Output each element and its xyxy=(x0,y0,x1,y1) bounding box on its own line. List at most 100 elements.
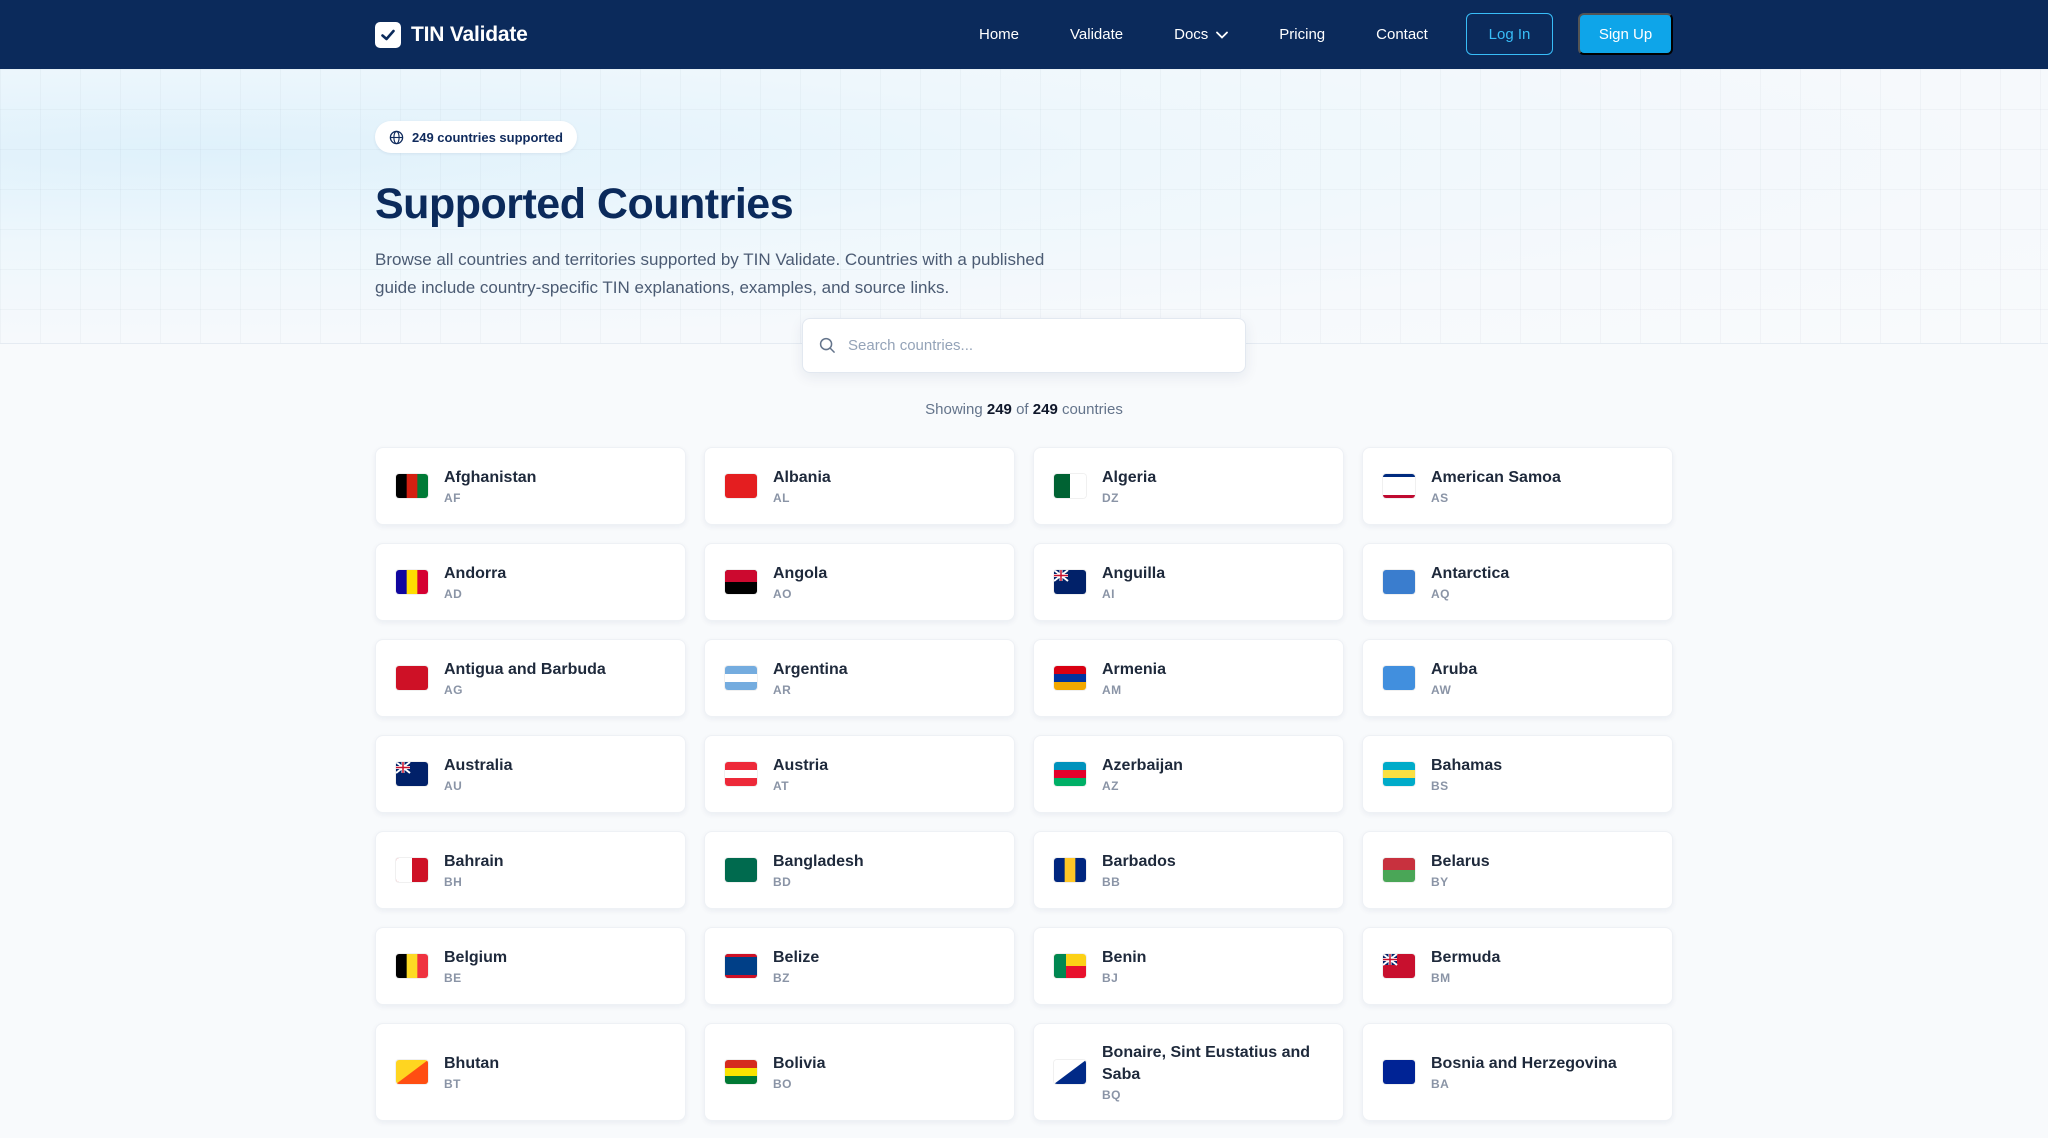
country-code: BT xyxy=(444,1077,461,1091)
country-card[interactable]: Algeria DZ xyxy=(1033,447,1344,525)
country-name: Bahrain xyxy=(444,853,504,870)
country-text: Aruba AW xyxy=(1431,659,1477,697)
country-card[interactable]: Belgium BE xyxy=(375,927,686,1005)
country-card[interactable]: Antarctica AQ xyxy=(1362,543,1673,621)
country-name: Australia xyxy=(444,757,513,774)
country-card[interactable]: Albania AL xyxy=(704,447,1015,525)
country-flag-icon xyxy=(1054,666,1086,690)
country-card[interactable]: Bangladesh BD xyxy=(704,831,1015,909)
country-card[interactable]: Bermuda BM xyxy=(1362,927,1673,1005)
country-text: Bhutan BT xyxy=(444,1053,499,1091)
country-text: Angola AO xyxy=(773,563,827,601)
summary-suffix: countries xyxy=(1061,401,1123,418)
country-code: AI xyxy=(1102,587,1115,601)
country-flag-icon xyxy=(1383,858,1415,882)
country-card[interactable]: Andorra AD xyxy=(375,543,686,621)
country-card[interactable]: Austria AT xyxy=(704,735,1015,813)
country-card[interactable]: Bolivia BO xyxy=(704,1023,1015,1121)
country-text: Antarctica AQ xyxy=(1431,563,1509,601)
country-name: Bahamas xyxy=(1431,757,1503,774)
country-text: Benin BJ xyxy=(1102,947,1146,985)
country-card[interactable]: Argentina AR xyxy=(704,639,1015,717)
country-name: Andorra xyxy=(444,565,507,582)
country-flag-icon xyxy=(1054,570,1086,594)
country-name: Armenia xyxy=(1102,661,1167,678)
country-code: BJ xyxy=(1102,971,1119,985)
country-card[interactable]: Angola AO xyxy=(704,543,1015,621)
country-flag-icon xyxy=(725,570,757,594)
country-card[interactable]: American Samoa AS xyxy=(1362,447,1673,525)
country-flag-icon xyxy=(1054,1060,1086,1084)
country-card[interactable]: Antigua and Barbuda AG xyxy=(375,639,686,717)
globe-icon xyxy=(389,130,404,144)
country-name: Argentina xyxy=(773,661,848,678)
country-card[interactable]: Afghanistan AF xyxy=(375,447,686,525)
nav-link-validate[interactable]: Validate xyxy=(1070,26,1123,43)
country-card[interactable]: Bahrain BH xyxy=(375,831,686,909)
country-flag-icon xyxy=(725,666,757,690)
country-code: AZ xyxy=(1102,779,1119,793)
country-code: AW xyxy=(1431,683,1452,697)
country-name: Aruba xyxy=(1431,661,1478,678)
search-input[interactable] xyxy=(848,337,1228,354)
country-code: AQ xyxy=(1431,587,1450,601)
nav-link-docs-label: Docs xyxy=(1174,26,1209,43)
country-name: Antarctica xyxy=(1431,565,1510,582)
country-card[interactable]: Armenia AM xyxy=(1033,639,1344,717)
country-card[interactable]: Azerbaijan AZ xyxy=(1033,735,1344,813)
country-text: Bosnia and Herzegovina BA xyxy=(1431,1053,1617,1091)
country-card[interactable]: Aruba AW xyxy=(1362,639,1673,717)
country-card[interactable]: Bhutan BT xyxy=(375,1023,686,1121)
country-code: BH xyxy=(444,875,463,889)
country-name: Anguilla xyxy=(1102,565,1166,582)
country-name: Belarus xyxy=(1431,853,1490,870)
search-box[interactable] xyxy=(802,318,1246,373)
country-flag-icon xyxy=(396,666,428,690)
country-name: Algeria xyxy=(1102,469,1157,486)
country-text: Algeria DZ xyxy=(1102,467,1156,505)
country-name: Azerbaijan xyxy=(1102,757,1183,774)
country-code: AS xyxy=(1431,491,1449,505)
country-grid: Afghanistan AF Albania AL Algeria DZ American … xyxy=(375,447,1673,1121)
country-card[interactable]: Anguilla AI xyxy=(1033,543,1344,621)
country-name: Bangladesh xyxy=(773,853,864,870)
country-text: Belize BZ xyxy=(773,947,819,985)
country-card[interactable]: Belize BZ xyxy=(704,927,1015,1005)
country-card[interactable]: Belarus BY xyxy=(1362,831,1673,909)
country-text: Albania AL xyxy=(773,467,831,505)
country-card[interactable]: Bosnia and Herzegovina BA xyxy=(1362,1023,1673,1121)
country-card[interactable]: Australia AU xyxy=(375,735,686,813)
country-text: Azerbaijan AZ xyxy=(1102,755,1183,793)
login-button[interactable]: Log In xyxy=(1466,13,1553,55)
country-code: DZ xyxy=(1102,491,1119,505)
nav-link-contact[interactable]: Contact xyxy=(1376,26,1428,43)
country-code: BM xyxy=(1431,971,1451,985)
nav-link-pricing[interactable]: Pricing xyxy=(1279,26,1325,43)
country-flag-icon xyxy=(725,762,757,786)
country-name: Barbados xyxy=(1102,853,1176,870)
country-flag-icon xyxy=(1383,954,1415,978)
search-icon xyxy=(819,337,835,353)
top-navbar: TIN Validate Home Validate Docs Pricing … xyxy=(0,0,2048,69)
country-code: AL xyxy=(773,491,790,505)
brand-logo[interactable]: TIN Validate xyxy=(375,21,528,49)
country-text: Belarus BY xyxy=(1431,851,1490,889)
country-flag-icon xyxy=(396,954,428,978)
nav-link-home[interactable]: Home xyxy=(979,26,1019,43)
country-flag-icon xyxy=(1054,858,1086,882)
country-flag-icon xyxy=(396,474,428,498)
country-name: Belgium xyxy=(444,949,508,966)
country-code: AT xyxy=(773,779,790,793)
country-text: Australia AU xyxy=(444,755,512,793)
country-flag-icon xyxy=(725,954,757,978)
nav-link-docs[interactable]: Docs xyxy=(1174,26,1229,43)
country-flag-icon xyxy=(396,570,428,594)
country-name: Bonaire, Sint Eustatius and Saba xyxy=(1102,1044,1311,1083)
country-card[interactable]: Bonaire, Sint Eustatius and Saba BQ xyxy=(1033,1023,1344,1121)
country-card[interactable]: Barbados BB xyxy=(1033,831,1344,909)
country-flag-icon xyxy=(725,1060,757,1084)
signup-button[interactable]: Sign Up xyxy=(1578,13,1673,55)
country-card[interactable]: Bahamas BS xyxy=(1362,735,1673,813)
country-card[interactable]: Benin BJ xyxy=(1033,927,1344,1005)
page-title: Supported Countries xyxy=(375,180,794,228)
